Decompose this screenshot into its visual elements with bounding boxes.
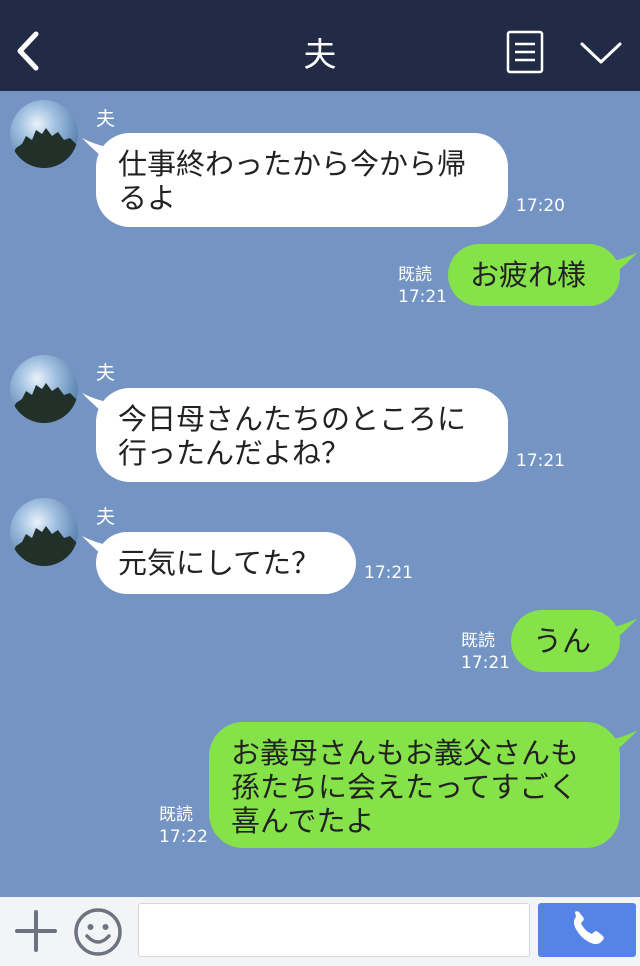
- message-text: お疲れ様: [470, 258, 587, 292]
- avatar[interactable]: [10, 498, 78, 566]
- message-text: 仕事終わったから今から帰 るよ: [118, 147, 467, 215]
- message-time: 17:21: [364, 563, 413, 583]
- message-text: 元気にしてた？: [118, 546, 321, 580]
- message-bubble[interactable]: お義母さんもお義父さんも 孫たちに会えたってすごく 喜んでたよ: [209, 722, 620, 848]
- add-attachment-button[interactable]: [14, 909, 58, 953]
- back-button[interactable]: [10, 26, 50, 76]
- message-time: 17:20: [516, 196, 565, 216]
- read-label: 既読: [461, 631, 495, 651]
- avatar[interactable]: [10, 100, 78, 168]
- emoji-button[interactable]: [72, 906, 124, 958]
- message-text: うん: [533, 624, 592, 658]
- message-time: 17:22: [159, 827, 208, 847]
- sender-name: 夫: [96, 362, 116, 384]
- chat-header: 夫: [0, 0, 640, 91]
- read-status: 既読 17:21: [461, 630, 510, 674]
- avatar-photo-icon: [10, 355, 78, 423]
- avatar[interactable]: [10, 355, 78, 423]
- message-time: 17:21: [516, 451, 565, 471]
- chat-title: 夫: [303, 35, 337, 74]
- call-button[interactable]: [538, 903, 636, 957]
- avatar-photo-icon: [10, 498, 78, 566]
- read-status: 既読 17:21: [398, 264, 447, 308]
- chevron-down-icon: [580, 42, 622, 64]
- message-bubble[interactable]: うん: [511, 610, 620, 672]
- sender-name: 夫: [96, 108, 116, 130]
- chevron-left-icon: [17, 31, 39, 71]
- read-status: 既読 17:22: [159, 804, 208, 848]
- message-bubble[interactable]: 元気にしてた？: [96, 532, 356, 594]
- message-time: 17:21: [461, 653, 510, 673]
- message-text: お義母さんもお義父さんも 孫たちに会えたってすごく 喜んでたよ: [231, 736, 580, 838]
- menu-toggle-button[interactable]: [578, 36, 624, 70]
- message-text: 今日母さんたちのところに 行ったんだよね？: [118, 402, 467, 470]
- message-bubble[interactable]: 今日母さんたちのところに 行ったんだよね？: [96, 388, 508, 482]
- read-label: 既読: [159, 805, 193, 825]
- plus-icon: [15, 910, 57, 952]
- notes-icon: [506, 30, 544, 74]
- message-input[interactable]: [138, 903, 530, 957]
- avatar-photo-icon: [10, 100, 78, 168]
- read-label: 既読: [398, 265, 432, 285]
- smiley-icon: [74, 908, 122, 956]
- notes-button[interactable]: [506, 30, 544, 74]
- message-bubble[interactable]: 仕事終わったから今から帰 るよ: [96, 133, 508, 227]
- phone-icon: [573, 911, 604, 945]
- sender-name: 夫: [96, 506, 116, 528]
- message-time: 17:21: [398, 287, 447, 307]
- message-bubble[interactable]: お疲れ様: [448, 244, 620, 306]
